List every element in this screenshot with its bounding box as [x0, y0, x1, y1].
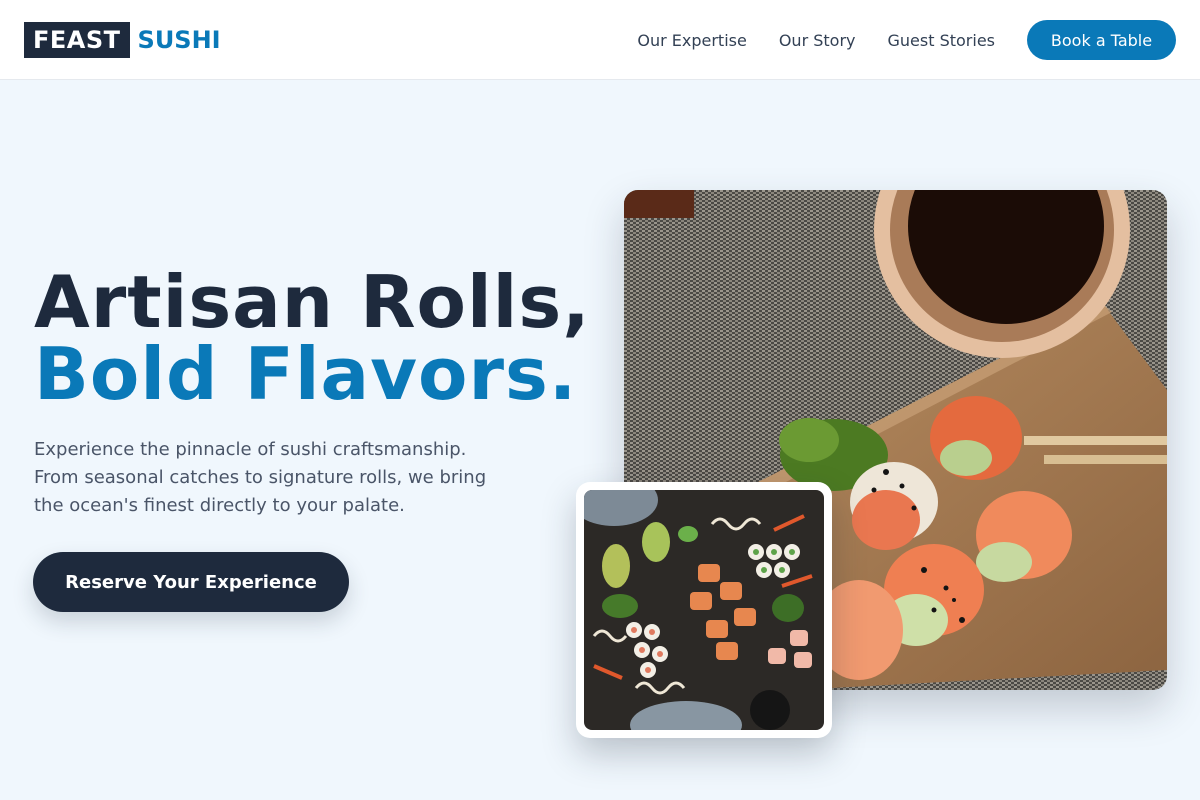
hero-description: Experience the pinnacle of sushi craftsm…: [34, 439, 487, 516]
book-table-button[interactable]: Book a Table: [1027, 20, 1176, 60]
brand-logo[interactable]: FEAST SUSHI: [24, 22, 221, 58]
nav-link-our-story[interactable]: Our Story: [779, 31, 856, 50]
logo-wordmark-accent: SUSHI: [137, 26, 221, 54]
hero-secondary-photo: [584, 490, 824, 730]
sushi-platter-illustration: [584, 490, 824, 730]
hero-title: Artisan Rolls, Bold Flavors.: [34, 266, 591, 410]
logo-wordmark-box: FEAST: [24, 22, 130, 58]
hero-secondary-photo-frame: [576, 482, 832, 738]
hero-title-line1: Artisan Rolls,: [34, 260, 591, 344]
nav-link-our-expertise[interactable]: Our Expertise: [637, 31, 746, 50]
reserve-experience-button[interactable]: Reserve Your Experience: [33, 552, 349, 612]
nav-link-guest-stories[interactable]: Guest Stories: [888, 31, 996, 50]
main-nav: Our Expertise Our Story Guest Stories Bo…: [637, 20, 1176, 60]
top-navbar: FEAST SUSHI Our Expertise Our Story Gues…: [0, 0, 1200, 80]
hero-title-line2: Bold Flavors.: [34, 332, 578, 416]
